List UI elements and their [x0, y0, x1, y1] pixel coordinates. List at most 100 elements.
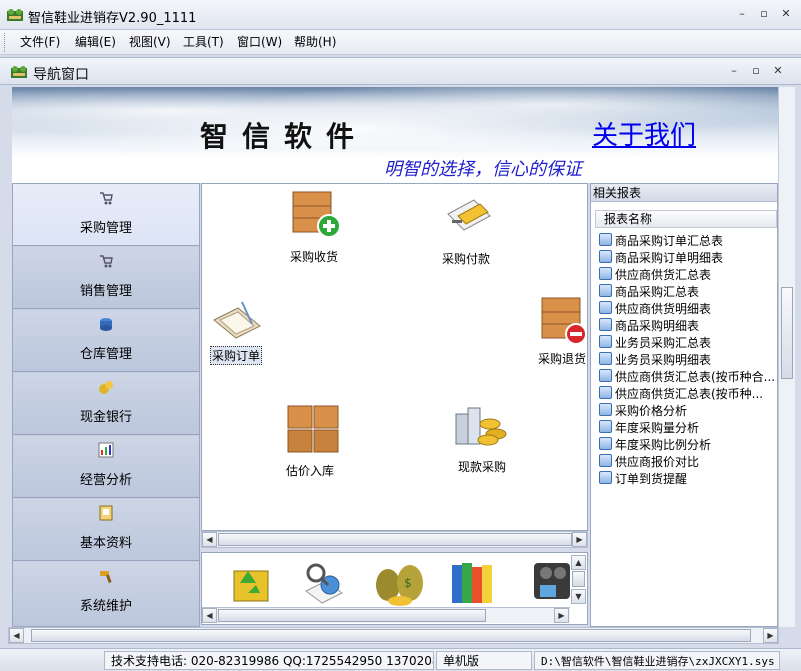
main-vscrollbar[interactable] — [778, 87, 795, 627]
tool-purchase-payment[interactable]: 采购付款 — [432, 190, 512, 266]
slogan: 明智的选择，信心的保证 — [384, 159, 582, 180]
menu-edit[interactable]: 编辑(E) — [71, 34, 120, 51]
strip-scroll-down-button[interactable]: ▼ — [571, 589, 586, 604]
report-item[interactable]: 订单到货提醒 — [599, 469, 777, 486]
report-icon — [599, 386, 612, 399]
report-icon — [599, 352, 612, 365]
crate-add-icon — [292, 191, 341, 238]
report-item[interactable]: 年度采购比例分析 — [599, 435, 777, 452]
close-button[interactable]: ✕ — [778, 7, 794, 21]
company-name: 智信软件 — [200, 120, 369, 153]
report-item[interactable]: 供应商供货汇总表(按币种... — [599, 384, 777, 401]
module-purchase[interactable]: 采购管理 — [13, 184, 199, 246]
report-item[interactable]: 商品采购汇总表 — [599, 282, 777, 299]
app-logo-icon — [7, 9, 23, 21]
scroll-right-button[interactable]: ▶ — [572, 532, 587, 547]
menu-tools[interactable]: 工具(T) — [179, 34, 228, 51]
window-titlebar[interactable]: 智信鞋业进销存V2.90_1111 – ▫ ✕ — [0, 0, 801, 30]
function-workspace: 采购收货 采购付款 采购订单 采购退货 估价入库 现款采购 — [201, 183, 588, 531]
menu-window[interactable]: 窗口(W) — [233, 34, 286, 51]
tool-purchase-receive[interactable]: 采购收货 — [282, 188, 362, 266]
report-item[interactable]: 业务员采购汇总表 — [599, 333, 777, 350]
card-payment-icon — [447, 199, 491, 231]
module-label: 经营分析 — [79, 473, 132, 488]
report-item[interactable]: 采购价格分析 — [599, 401, 777, 418]
tool-cash-purchase[interactable]: 现款采购 — [452, 402, 532, 474]
reports-column-header[interactable]: 报表名称 — [595, 210, 777, 228]
tool-label: 采购退货 — [538, 352, 587, 366]
nav-window-titlebar[interactable]: 导航窗口 – ▫ ✕ — [0, 57, 801, 85]
module-cash-bank[interactable]: 现金银行 — [13, 373, 199, 435]
banner: 智信软件 关于我们 明智的选择，信心的保证 — [12, 87, 778, 183]
coins-stack-icon — [455, 407, 507, 446]
report-item[interactable]: 年度采购量分析 — [599, 418, 777, 435]
strip-scroll-up-button[interactable]: ▲ — [571, 555, 586, 570]
report-item[interactable]: 供应商供货汇总表 — [599, 265, 777, 282]
module-warehouse[interactable]: 仓库管理 — [13, 310, 199, 372]
module-analysis[interactable]: 经营分析 — [13, 436, 199, 498]
menu-view[interactable]: 视图(V) — [125, 34, 175, 51]
status-support: 技术支持电话: 020-82319986 QQ:1725542950 13702… — [104, 651, 434, 670]
crate-remove-icon — [541, 297, 587, 344]
tool-estimate-stock-in[interactable]: 估价入库 — [280, 402, 360, 480]
crates-stack-icon — [287, 405, 339, 453]
books-icon[interactable] — [448, 559, 504, 607]
about-us-link[interactable]: 关于我们 — [592, 115, 696, 152]
report-icon — [599, 454, 612, 467]
module-basic-data[interactable]: 基本资料 — [13, 499, 199, 561]
nav-close-button[interactable]: ✕ — [770, 64, 786, 78]
nav-restore-button[interactable]: ▫ — [748, 64, 764, 78]
module-sales[interactable]: 销售管理 — [13, 247, 199, 309]
svg-text:$: $ — [404, 576, 412, 590]
menu-grip — [4, 33, 7, 52]
report-icon — [599, 437, 612, 450]
nav-window-title: 导航窗口 — [33, 67, 89, 83]
module-label: 销售管理 — [79, 284, 132, 299]
tool-purchase-order[interactable]: 采购订单 — [208, 296, 278, 368]
strip-scroll-thumb[interactable] — [572, 571, 585, 587]
status-bar: 技术支持电话: 020-82319986 QQ:1725542950 13702… — [0, 648, 801, 671]
strip-hscrollbar[interactable]: ◀ ▶ — [202, 607, 570, 623]
menu-file[interactable]: 文件(F) — [16, 34, 64, 51]
main-hscroll-thumb[interactable] — [31, 629, 751, 642]
strip-scroll-left-button[interactable]: ◀ — [202, 608, 217, 623]
report-item[interactable]: 供应商供货汇总表(按币种合... — [599, 367, 777, 384]
workspace-hscrollbar[interactable]: ◀ ▶ — [201, 531, 588, 548]
nav-minimize-button[interactable]: – — [726, 64, 742, 78]
strip-scroll-right-button[interactable]: ▶ — [554, 608, 569, 623]
main-hscrollbar[interactable]: ◀ ▶ — [8, 627, 779, 644]
report-icon — [599, 267, 612, 280]
module-label: 基本资料 — [79, 536, 132, 551]
shortcut-icon-strip: $ ▲ ▼ ◀ ▶ — [201, 552, 588, 625]
report-item[interactable]: 供应商供货明细表 — [599, 299, 777, 316]
main-vscroll-thumb[interactable] — [781, 287, 793, 379]
report-icon — [599, 233, 612, 246]
report-item[interactable]: 业务员采购明细表 — [599, 350, 777, 367]
main-scroll-right-button[interactable]: ▶ — [763, 628, 778, 643]
money-bag-icon — [99, 381, 113, 394]
report-icon — [599, 301, 612, 314]
money-bags-icon[interactable]: $ — [374, 555, 428, 607]
report-item[interactable]: 商品采购订单明细表 — [599, 248, 777, 265]
module-label: 采购管理 — [79, 221, 132, 236]
tool-label: 现款采购 — [458, 460, 507, 474]
report-item[interactable]: 商品采购明细表 — [599, 316, 777, 333]
report-item[interactable]: 商品采购订单汇总表 — [599, 231, 777, 248]
minimize-button[interactable]: – — [734, 7, 750, 21]
restore-button[interactable]: ▫ — [756, 7, 772, 21]
tool-purchase-return[interactable]: 采购退货 — [534, 294, 588, 370]
cart-icon — [100, 255, 113, 268]
tool-label: 采购收货 — [290, 250, 339, 264]
module-label: 现金银行 — [79, 410, 132, 425]
module-system[interactable]: 系统维护 — [13, 562, 199, 626]
report-item[interactable]: 供应商报价对比 — [599, 452, 777, 469]
menu-help[interactable]: 帮助(H) — [290, 34, 340, 51]
main-scroll-left-button[interactable]: ◀ — [9, 628, 24, 643]
reports-panel: 相关报表 报表名称 商品采购订单汇总表 商品采购订单明细表 供应商供货汇总表 商… — [590, 183, 778, 627]
report-icon — [599, 420, 612, 433]
strip-hscroll-thumb[interactable] — [218, 609, 486, 622]
scroll-thumb[interactable] — [218, 533, 572, 546]
scroll-left-button[interactable]: ◀ — [202, 532, 217, 547]
recycle-box-icon[interactable] — [230, 557, 276, 605]
globe-search-icon[interactable] — [302, 561, 346, 605]
